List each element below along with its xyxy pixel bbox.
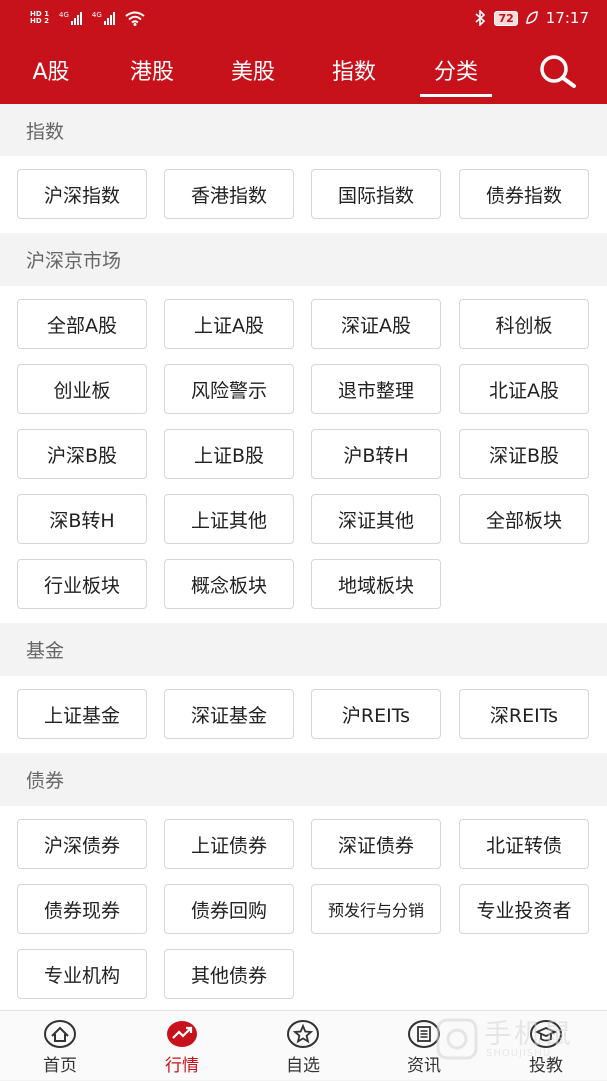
net-2-label: 4G: [91, 11, 102, 19]
status-right: 72 17:17: [475, 9, 589, 27]
category-chip[interactable]: 北证A股: [459, 364, 589, 414]
tab-categories[interactable]: 分类: [420, 58, 492, 97]
section-header-bond: 债券: [0, 753, 607, 806]
section-title: 指数: [26, 120, 65, 143]
bluetooth-icon: [475, 10, 486, 26]
net-1-label: 4G: [58, 11, 69, 19]
status-time: 17:17: [545, 9, 589, 27]
category-chip[interactable]: 深证B股: [459, 429, 589, 479]
leaf-icon: [526, 11, 538, 25]
signal-2-icon: 4G: [92, 11, 115, 25]
category-chip[interactable]: 专业投资者: [459, 884, 589, 934]
search-icon[interactable]: [537, 52, 577, 92]
category-chip[interactable]: 行业板块: [17, 559, 147, 609]
category-chip[interactable]: 沪深B股: [17, 429, 147, 479]
bottom-nav-label: 行情: [165, 1056, 199, 1076]
category-chip[interactable]: 北证转债: [459, 819, 589, 869]
section-bond: 沪深债券 上证债券 深证债券 北证转债 债券现券 债券回购 预发行与分销 专业投…: [0, 806, 607, 1010]
category-chip[interactable]: 上证基金: [17, 689, 147, 739]
section-market: 全部A股 上证A股 深证A股 科创板 创业板 风险警示 退市整理 北证A股 沪深…: [0, 286, 607, 623]
bottom-nav-home[interactable]: 首页: [0, 1011, 120, 1081]
category-chip[interactable]: 上证其他: [164, 494, 294, 544]
bottom-nav: 首页 行情 自选 资讯 投教: [0, 1010, 607, 1080]
category-chip[interactable]: 其他债券: [164, 949, 294, 999]
category-chip[interactable]: 概念板块: [164, 559, 294, 609]
category-chip[interactable]: 全部板块: [459, 494, 589, 544]
category-chip[interactable]: 退市整理: [311, 364, 441, 414]
category-chip[interactable]: 沪REITs: [311, 689, 441, 739]
section-header-fund: 基金: [0, 623, 607, 676]
tab-hk-shares[interactable]: 港股: [124, 58, 180, 88]
category-chip[interactable]: 深证A股: [311, 299, 441, 349]
bottom-nav-label: 首页: [43, 1056, 77, 1076]
signal-1-icon: 4G: [59, 11, 82, 25]
category-chip[interactable]: 专业机构: [17, 949, 147, 999]
category-chip[interactable]: 风险警示: [164, 364, 294, 414]
bottom-nav-news[interactable]: 资讯: [364, 1011, 484, 1081]
category-chip[interactable]: 债券回购: [164, 884, 294, 934]
category-chip[interactable]: 地域板块: [311, 559, 441, 609]
top-nav: A股 港股 美股 指数 分类: [0, 36, 607, 104]
market-trend-icon: [167, 1021, 197, 1047]
category-chip[interactable]: 深证债券: [311, 819, 441, 869]
section-title: 基金: [26, 640, 65, 662]
wifi-icon: [125, 11, 145, 26]
tab-a-shares[interactable]: A股: [28, 58, 74, 88]
category-chip[interactable]: 深REITs: [459, 689, 589, 739]
category-chip[interactable]: 上证B股: [164, 429, 294, 479]
bottom-nav-education[interactable]: 投教: [486, 1011, 606, 1081]
category-chip[interactable]: 深B转H: [17, 494, 147, 544]
bottom-nav-label: 资讯: [407, 1056, 441, 1076]
status-left: HD 1 HD 2 4G 4G: [30, 11, 475, 26]
category-chip[interactable]: 沪深债券: [17, 819, 147, 869]
category-chip[interactable]: 上证债券: [164, 819, 294, 869]
status-bar: HD 1 HD 2 4G 4G 72 17:17: [0, 0, 607, 36]
category-chip[interactable]: 创业板: [17, 364, 147, 414]
category-chip[interactable]: 上证A股: [164, 299, 294, 349]
category-chip[interactable]: 科创板: [459, 299, 589, 349]
category-chip[interactable]: 深证其他: [311, 494, 441, 544]
category-chip[interactable]: 债券现券: [17, 884, 147, 934]
education-icon: [530, 1020, 562, 1048]
section-header-index: 指数: [0, 104, 607, 156]
section-header-market: 沪深京市场: [0, 233, 607, 286]
hd-tag-bottom: HD 2: [30, 17, 49, 25]
bottom-nav-market[interactable]: 行情: [122, 1011, 242, 1081]
category-chip[interactable]: 深证基金: [164, 689, 294, 739]
hd-tag: HD 1 HD 2: [30, 11, 49, 25]
section-title: 债券: [26, 770, 65, 792]
section-title: 沪深京市场: [26, 250, 122, 272]
section-index: 沪深指数 香港指数 国际指数 债券指数: [0, 156, 607, 233]
section-fund: 上证基金 深证基金 沪REITs 深REITs: [0, 676, 607, 753]
news-icon: [408, 1020, 440, 1048]
category-chip[interactable]: 沪深指数: [17, 169, 147, 219]
tab-us-shares[interactable]: 美股: [225, 58, 281, 88]
category-chip[interactable]: 沪B转H: [311, 429, 441, 479]
category-chip[interactable]: 债券指数: [459, 169, 589, 219]
bottom-nav-watchlist[interactable]: 自选: [243, 1011, 363, 1081]
home-icon: [44, 1020, 76, 1048]
bottom-nav-label: 自选: [286, 1056, 320, 1076]
category-chip[interactable]: 全部A股: [17, 299, 147, 349]
bottom-nav-label: 投教: [529, 1056, 563, 1076]
category-chip[interactable]: 国际指数: [311, 169, 441, 219]
star-icon: [287, 1020, 319, 1048]
category-chip[interactable]: 香港指数: [164, 169, 294, 219]
battery-level: 72: [494, 10, 518, 26]
tab-indices[interactable]: 指数: [326, 58, 382, 88]
category-chip[interactable]: 预发行与分销: [311, 884, 441, 934]
